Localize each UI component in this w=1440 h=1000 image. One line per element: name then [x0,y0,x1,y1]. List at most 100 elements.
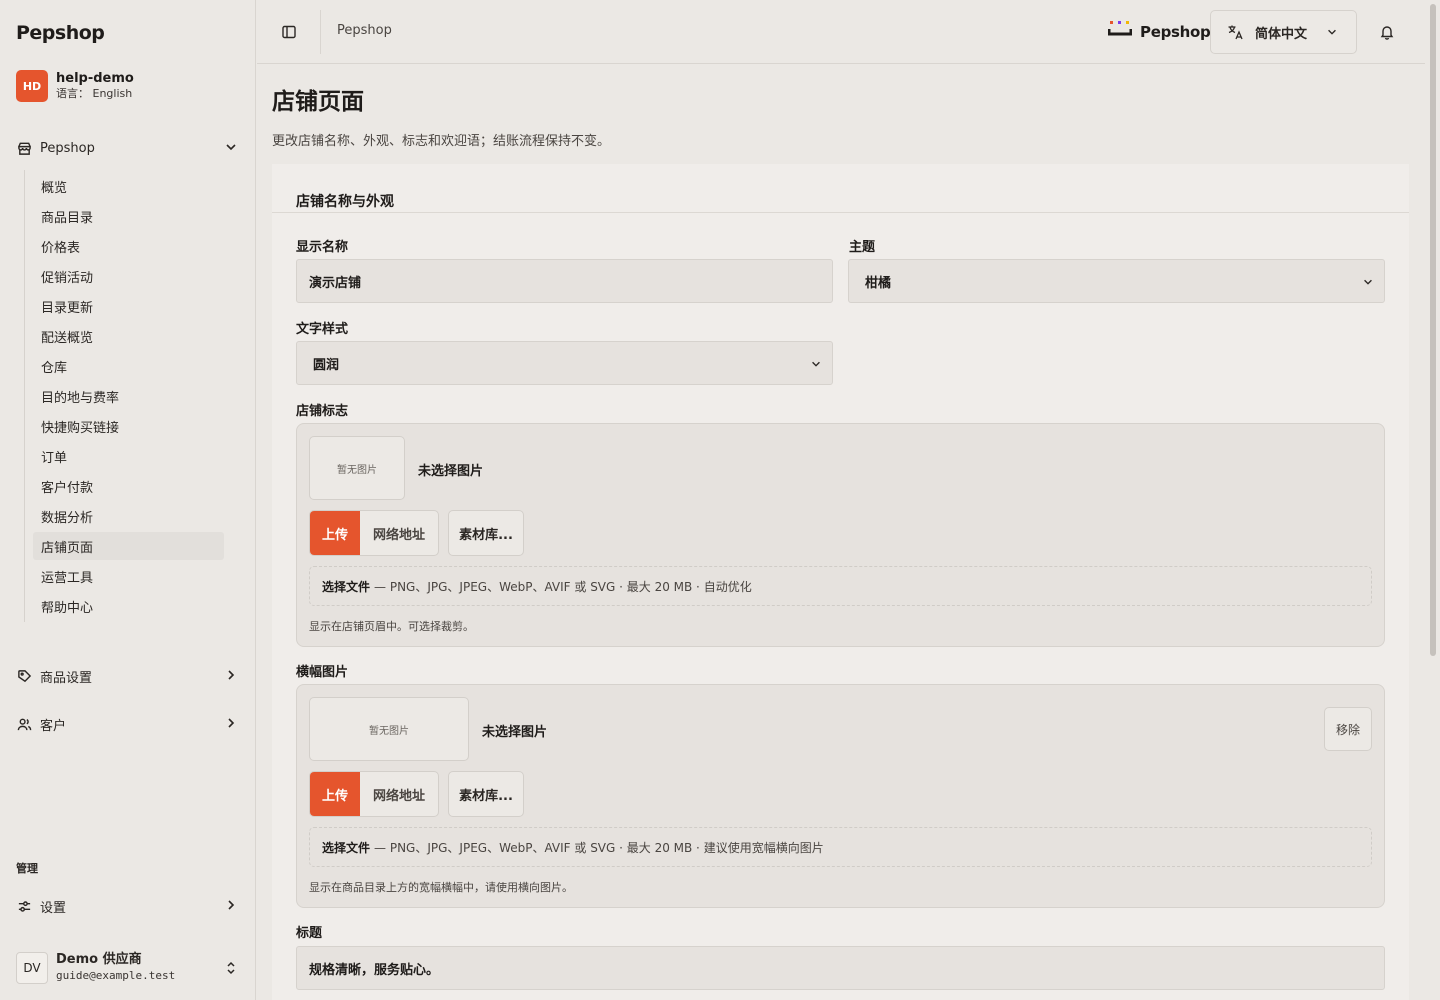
sidebar-item-promotions[interactable]: 促销活动 [33,262,224,290]
sidebar-item-help-center[interactable]: 帮助中心 [33,592,224,620]
theme-value: 柑橘 [865,275,892,291]
sidebar-item-price-list[interactable]: 价格表 [33,232,224,260]
scrollbar[interactable] [1426,0,1440,1000]
theme-select[interactable]: 柑橘 [848,259,1385,303]
banner-status: 未选择图片 [482,725,548,740]
chevron-right-icon [224,716,238,734]
logo-label: 店铺标志 [296,404,349,419]
language-select[interactable]: 简体中文 [1210,10,1357,54]
font-style-select[interactable]: 圆润 [296,341,833,385]
store-appearance-card: 店铺名称与外观 显示名称 演示店铺 主题 柑橘 文字样式 圆润 店铺标志 暂无图… [272,164,1409,1000]
page-title: 店铺页面 [272,89,364,115]
sidebar-item-destinations-rates[interactable]: 目的地与费率 [33,382,224,410]
nav-group-label: 设置 [40,900,67,916]
scrollbar-thumb[interactable] [1430,4,1436,656]
logo-file-dropzone[interactable]: 选择文件 — PNG、JPG、JPEG、WebP、AVIF 或 SVG · 最大… [309,566,1372,606]
store-icon [16,140,32,156]
display-name-label: 显示名称 [296,240,349,255]
headline-label: 标题 [296,926,323,941]
banner-uploader: 暂无图片 未选择图片 移除 上传 网络地址 素材库... 选择文件 — PNG、… [296,684,1385,908]
divider [272,212,1409,213]
brand-logo[interactable]: Pepshop [16,22,105,44]
chevron-right-icon [224,898,238,916]
language-label: 简体中文 [1255,26,1308,42]
sidebar-item-shipping-overview[interactable]: 配送概览 [33,322,224,350]
nav-group-settings[interactable]: 设置 [16,894,240,918]
sidebar-item-quick-buy-links[interactable]: 快捷购买链接 [33,412,224,440]
theme-label: 主题 [849,240,876,255]
sidebar-item-overview[interactable]: 概览 [33,172,224,200]
banner-preview: 暂无图片 [309,697,469,761]
dropzone-title: 选择文件 [322,840,371,855]
dropzone-title: 选择文件 [322,579,371,594]
sidebar-item-analytics[interactable]: 数据分析 [33,502,224,530]
user-menu[interactable]: DV Demo 供应商 guide@example.test [16,950,240,986]
banner-url-tab[interactable]: 网络地址 [360,772,438,816]
logo-preview: 暂无图片 [309,436,405,500]
topbar: Pepshop Pepshop 简体中文 [257,0,1425,64]
logo-upload-tab[interactable]: 上传 [310,511,360,555]
pepshop-logo[interactable]: Pepshop [1107,20,1211,44]
headline-value: 规格清晰，服务贴心。 [309,962,440,978]
chevron-down-icon [224,140,238,158]
panel-left-icon [282,25,296,39]
chevrons-up-down-icon [224,960,238,980]
tag-icon [16,668,32,684]
sliders-icon [16,898,32,914]
banner-source-toggle: 上传 网络地址 [309,771,439,817]
sidebar-item-orders[interactable]: 订单 [33,442,224,470]
sidebar-item-warehouse[interactable]: 仓库 [33,352,224,380]
page-description: 更改店铺名称、外观、标志和欢迎语；结账流程保持不变。 [272,134,611,149]
users-icon [16,716,32,732]
nav-group-label: Pepshop [40,140,95,156]
banner-remove-button[interactable]: 移除 [1324,707,1372,751]
banner-library-button[interactable]: 素材库... [448,771,524,817]
logo-text: Pepshop [1140,23,1211,41]
translate-icon [1227,24,1243,40]
logo-uploader: 暂无图片 未选择图片 上传 网络地址 素材库... 选择文件 — PNG、JPG… [296,423,1385,647]
font-style-value: 圆润 [313,357,340,373]
logo-source-toggle: 上传 网络地址 [309,510,439,556]
chevron-down-icon [810,358,822,374]
dropzone-desc: — PNG、JPG、JPEG、WebP、AVIF 或 SVG · 最大 20 M… [374,579,752,594]
breadcrumb[interactable]: Pepshop [337,23,392,38]
sidebar-item-ops-tools[interactable]: 运营工具 [33,562,224,590]
chevron-right-icon [224,668,238,686]
display-name-value: 演示店铺 [309,275,362,291]
banner-hint: 显示在商品目录上方的宽幅横幅中，请使用横向图片。 [309,881,573,894]
divider [320,10,321,54]
sidebar-item-catalog-updates[interactable]: 目录更新 [33,292,224,320]
user-name: Demo 供应商 [56,952,142,967]
font-style-label: 文字样式 [296,322,349,337]
sidebar: Pepshop HD help-demo 语言： English Pepshop… [0,0,256,1000]
logo-library-button[interactable]: 素材库... [448,510,524,556]
sidebar-item-store-page[interactable]: 店铺页面 [33,532,224,560]
org-switcher[interactable]: HD help-demo 语言： English [16,70,134,102]
org-badge: HD [16,70,48,102]
headline-input[interactable]: 规格清晰，服务贴心。 [296,946,1385,990]
nav-group-customers[interactable]: 客户 [16,712,240,736]
bell-icon [1380,26,1394,40]
user-email: guide@example.test [56,969,176,982]
notifications-button[interactable] [1377,22,1397,42]
org-language: 语言： English [56,87,133,100]
banner-upload-tab[interactable]: 上传 [310,772,360,816]
sidebar-toggle-button[interactable] [279,22,299,42]
chevron-down-icon [1362,276,1374,292]
sidebar-item-customer-payments[interactable]: 客户付款 [33,472,224,500]
nav-group-pepshop[interactable]: Pepshop [16,136,240,160]
banner-label: 横幅图片 [296,665,349,680]
nav-group-label: 商品设置 [40,670,93,686]
nav-group-product-settings[interactable]: 商品设置 [16,664,240,688]
section-label-admin: 管理 [16,862,38,875]
display-name-input[interactable]: 演示店铺 [296,259,833,303]
subnav: 概览 商品目录 价格表 促销活动 目录更新 配送概览 仓库 目的地与费率 快捷购… [24,170,224,622]
sidebar-item-catalog[interactable]: 商品目录 [33,202,224,230]
banner-file-dropzone[interactable]: 选择文件 — PNG、JPG、JPEG、WebP、AVIF 或 SVG · 最大… [309,827,1372,867]
logo-url-tab[interactable]: 网络地址 [360,511,438,555]
smiley-logo-icon [1107,20,1133,44]
section-title: 店铺名称与外观 [296,194,394,210]
logo-status: 未选择图片 [418,464,484,479]
nav-group-label: 客户 [40,718,67,734]
logo-hint: 显示在店铺页眉中。可选择裁剪。 [309,620,474,633]
